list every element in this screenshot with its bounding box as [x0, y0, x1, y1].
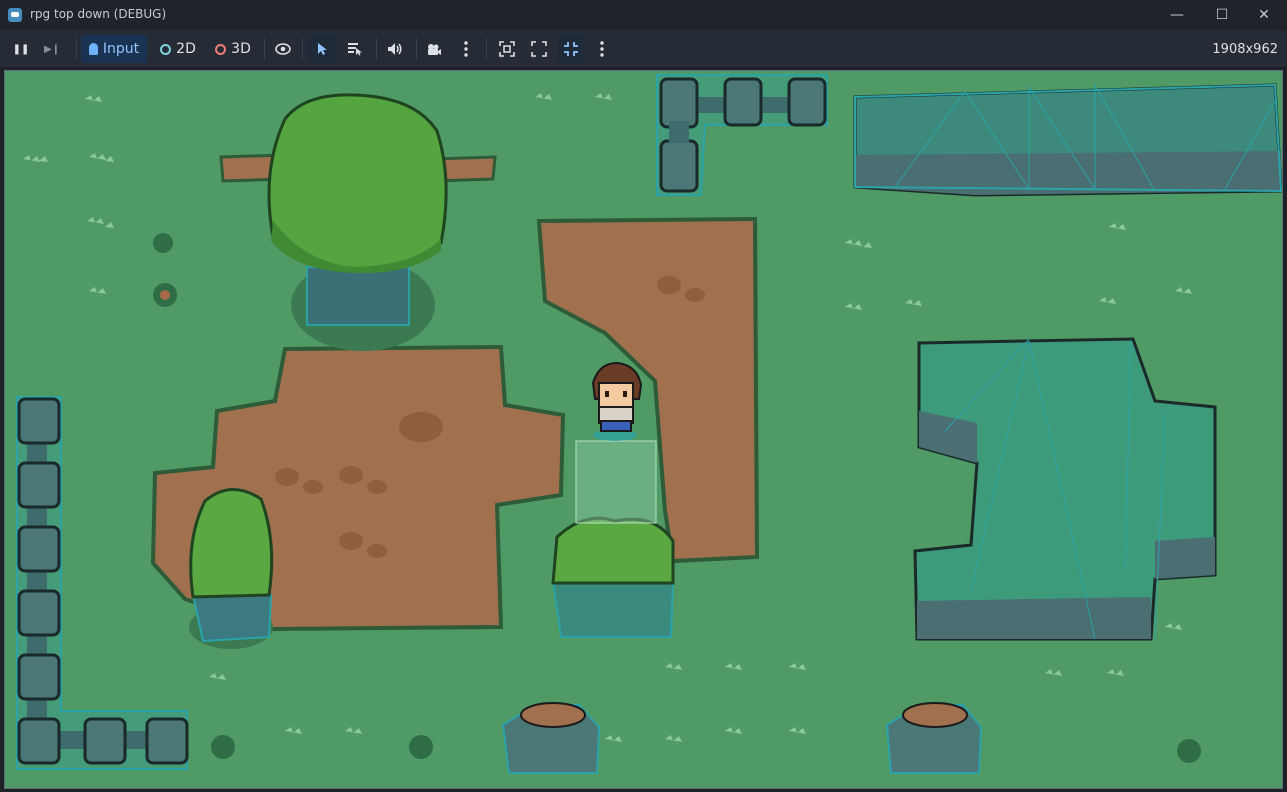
cliff-right: [913, 337, 1217, 641]
tree-trunk-collision: [306, 266, 410, 326]
godot-app-icon: [8, 8, 22, 22]
player-sprite: [591, 361, 643, 441]
mode-3d-label: 3D: [231, 41, 251, 57]
keep-aspect-button[interactable]: [525, 35, 553, 63]
gamepad-icon: [88, 43, 98, 55]
tree-canopy: [267, 93, 448, 271]
debug-toolbar: ❚❚ ▶❙ Input 2D 3D 1908x962: [0, 30, 1287, 68]
stone-fence-top: [656, 74, 828, 196]
grass-tuft: [85, 95, 102, 102]
grass-tuft: [535, 93, 612, 100]
input-mode-label: Input: [102, 41, 140, 57]
cursor-arrow-icon: [318, 43, 327, 55]
kebab-menu-icon: [600, 41, 604, 57]
small-tree: [189, 488, 274, 649]
stone-fence-left: [16, 396, 189, 770]
minimize-button[interactable]: —: [1154, 0, 1200, 30]
circle-3d-icon: [215, 43, 227, 55]
small-tree-collision: [191, 594, 273, 643]
maximize-button[interactable]: ☐: [1199, 0, 1245, 30]
list-select-button[interactable]: [341, 35, 369, 63]
pause-button[interactable]: ❚❚: [8, 35, 34, 63]
toolbar-separator: [76, 38, 77, 60]
grass-tuft: [89, 287, 106, 294]
window-options-button[interactable]: [591, 35, 613, 63]
toolbar-separator: [416, 38, 417, 60]
window-titlebar: rpg top down (DEBUG) — ☐ ✕: [0, 0, 1287, 30]
mode-3d-button[interactable]: 3D: [208, 35, 258, 63]
grass-tuft: [87, 217, 114, 228]
next-frame-button[interactable]: ▶❙: [38, 35, 66, 63]
input-mode-button[interactable]: Input: [81, 35, 147, 63]
toolbar-separator: [302, 38, 303, 60]
stump-right: [885, 702, 983, 774]
grass-tuft: [605, 727, 806, 742]
circle-2d-icon: [160, 43, 172, 55]
embed-window-button[interactable]: [493, 35, 521, 63]
game-viewport[interactable]: [4, 70, 1283, 789]
mode-2d-label: 2D: [176, 41, 196, 57]
interaction-area: [575, 440, 657, 524]
grass-tuft: [845, 239, 872, 248]
big-tree: [267, 93, 448, 351]
list-cursor-icon: [348, 43, 362, 56]
viewport-size-label: 1908x962: [1212, 42, 1278, 57]
flower-center: [160, 290, 170, 300]
speaker-icon: [388, 43, 402, 55]
mode-2d-button[interactable]: 2D: [153, 35, 203, 63]
eye-icon: [275, 43, 291, 55]
kebab-menu-icon: [464, 41, 468, 57]
toolbar-separator: [486, 38, 487, 60]
cliff-top-right: [853, 83, 1282, 197]
grass-tuft: [665, 663, 806, 670]
camera-options-button[interactable]: [455, 35, 477, 63]
expand-icon: [531, 41, 547, 57]
mute-button[interactable]: [381, 35, 409, 63]
bush: [551, 516, 675, 638]
grass-tuft: [89, 153, 114, 162]
select-tool-button[interactable]: [308, 35, 336, 63]
window-title: rpg top down (DEBUG): [30, 7, 167, 21]
grass-tuft: [23, 155, 48, 162]
camera-override-button[interactable]: [421, 35, 447, 63]
game-scene: [16, 74, 1282, 774]
camera-icon: [428, 43, 441, 55]
bush-collision: [551, 580, 675, 638]
stretch-button[interactable]: [557, 35, 585, 63]
grass-tuft: [209, 673, 362, 734]
focus-frame-icon: [499, 41, 515, 57]
close-button[interactable]: ✕: [1241, 0, 1287, 30]
grass-tuft: [1099, 223, 1192, 304]
toolbar-separator: [264, 38, 265, 60]
toolbar-separator: [376, 38, 377, 60]
visibility-button[interactable]: [270, 35, 296, 63]
fullscreen-icon: [564, 42, 578, 56]
grass-tuft: [845, 299, 922, 310]
stump-left: [501, 702, 601, 774]
